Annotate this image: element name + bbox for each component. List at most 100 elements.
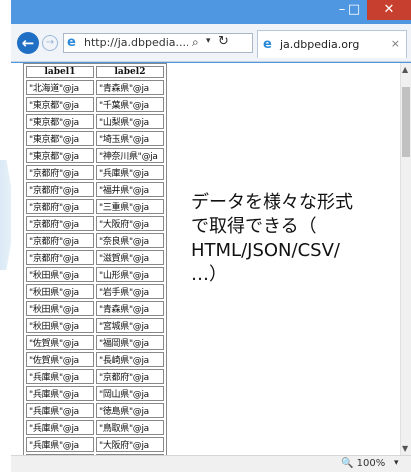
label2-cell: "京都府"@ja: [96, 369, 164, 384]
label2-cell: "滋賀県"@ja: [96, 250, 164, 265]
status-bar: 🔍 100% ▾: [11, 455, 411, 472]
label2-cell: "埼玉県"@ja: [96, 131, 164, 146]
label2-cell: "鳥取県"@ja: [96, 420, 164, 435]
label1-cell: "兵庫県"@ja: [26, 403, 94, 418]
table-row: "秋田県"@ja "山形県"@ja: [26, 267, 164, 282]
zoom-dropdown-icon[interactable]: ▾: [394, 458, 399, 468]
label1-cell: "兵庫県"@ja: [26, 369, 94, 384]
label1-cell: "京都府"@ja: [26, 182, 94, 197]
scroll-down-icon[interactable]: ▼: [402, 444, 408, 453]
label2-cell: "岡山県"@ja: [96, 386, 164, 401]
maximize-button[interactable]: □: [341, 0, 367, 20]
table-row: "兵庫県"@ja "岡山県"@ja: [26, 386, 164, 401]
label1-cell: "京都府"@ja: [26, 165, 94, 180]
label1-cell: "佐賀県"@ja: [26, 352, 94, 367]
label2-cell: "福岡県"@ja: [96, 335, 164, 350]
title-bar: – □ ✕: [11, 0, 411, 24]
label2-cell: "青森県"@ja: [96, 301, 164, 316]
column-header-label2: label2: [96, 66, 164, 78]
table-row: "京都府"@ja "福井県"@ja: [26, 182, 164, 197]
label2-cell: "奈良県"@ja: [96, 233, 164, 248]
table-row: "東京都"@ja "神奈川県"@ja: [26, 148, 164, 163]
annotation-line: で取得できる（: [191, 216, 317, 237]
label1-cell: "東京都"@ja: [26, 97, 94, 112]
label2-cell: "長崎県"@ja: [96, 352, 164, 367]
annotation-line: データを様々な形式: [191, 192, 353, 213]
table-row: "秋田県"@ja "岩手県"@ja: [26, 284, 164, 299]
label2-cell: "三重県"@ja: [96, 199, 164, 214]
back-button[interactable]: ←: [17, 32, 39, 54]
label1-cell: "秋田県"@ja: [26, 284, 94, 299]
table-row: "北海道"@ja "青森県"@ja: [26, 80, 164, 95]
label2-cell: "山形県"@ja: [96, 267, 164, 282]
label1-cell: "秋田県"@ja: [26, 318, 94, 333]
browser-window: – □ ✕ ← → e http://ja.dbpedia.... ⌕ ▾ ↻ …: [11, 0, 411, 472]
label1-cell: "佐賀県"@ja: [26, 335, 94, 350]
address-url[interactable]: http://ja.dbpedia....: [84, 36, 188, 49]
table-row: "兵庫県"@ja "京都府"@ja: [26, 369, 164, 384]
table-row: "秋田県"@ja "青森県"@ja: [26, 301, 164, 316]
address-dropdown-icon[interactable]: ▾: [206, 36, 211, 46]
table-row: "東京都"@ja "山梨県"@ja: [26, 114, 164, 129]
vertical-scrollbar[interactable]: ▲ ▼: [400, 63, 411, 455]
table-row: "佐賀県"@ja "長崎県"@ja: [26, 352, 164, 367]
table-row: "京都府"@ja "大阪府"@ja: [26, 216, 164, 231]
annotation-text: データを様々な形式 で取得できる（ HTML/JSON/CSV/ …）: [191, 191, 405, 287]
table-row: "京都府"@ja "兵庫県"@ja: [26, 165, 164, 180]
search-icon[interactable]: ⌕: [192, 35, 199, 50]
label1-cell: "兵庫県"@ja: [26, 437, 94, 452]
label1-cell: "兵庫県"@ja: [26, 420, 94, 435]
ie-page-icon: e: [67, 35, 76, 50]
tab-title: ja.dbpedia.org: [280, 38, 360, 51]
scroll-thumb[interactable]: [402, 87, 410, 157]
label1-cell: "東京都"@ja: [26, 131, 94, 146]
table-row: "佐賀県"@ja "福岡県"@ja: [26, 335, 164, 350]
table-header-row: label1 label2: [26, 66, 164, 78]
label1-cell: "秋田県"@ja: [26, 267, 94, 282]
table-row: "東京都"@ja "埼玉県"@ja: [26, 131, 164, 146]
label2-cell: "徳島県"@ja: [96, 403, 164, 418]
table-row: "京都府"@ja "奈良県"@ja: [26, 233, 164, 248]
address-bar[interactable]: e http://ja.dbpedia.... ⌕ ▾ ↻: [63, 33, 253, 53]
table-row: "兵庫県"@ja "鳥取県"@ja: [26, 420, 164, 435]
navigation-bar: ← → e http://ja.dbpedia.... ⌕ ▾ ↻ e ja.d…: [11, 24, 411, 62]
refresh-icon[interactable]: ↻: [218, 34, 229, 49]
label1-cell: "京都府"@ja: [26, 250, 94, 265]
page-content: label1 label2 "北海道"@ja "青森県"@ja "東京都"@ja "千…: [11, 63, 411, 455]
label2-cell: "千葉県"@ja: [96, 97, 164, 112]
label2-cell: "宮城県"@ja: [96, 318, 164, 333]
label1-cell: "北海道"@ja: [26, 80, 94, 95]
table-row: "兵庫県"@ja "大阪府"@ja: [26, 437, 164, 452]
close-window-button[interactable]: ✕: [367, 0, 411, 20]
label2-cell: "岩手県"@ja: [96, 284, 164, 299]
table-row: "兵庫県"@ja "徳島県"@ja: [26, 403, 164, 418]
label1-cell: "秋田県"@ja: [26, 301, 94, 316]
label1-cell: "京都府"@ja: [26, 199, 94, 214]
annotation-line: …）: [191, 264, 227, 285]
zoom-level[interactable]: 🔍 100%: [341, 458, 385, 469]
label2-cell: "兵庫県"@ja: [96, 165, 164, 180]
column-header-label1: label1: [26, 66, 94, 78]
label2-cell: "大阪府"@ja: [96, 437, 164, 452]
label1-cell: "東京都"@ja: [26, 114, 94, 129]
forward-button[interactable]: →: [42, 35, 58, 51]
label1-cell: "京都府"@ja: [26, 233, 94, 248]
results-table: label1 label2 "北海道"@ja "青森県"@ja "東京都"@ja "千…: [23, 63, 167, 455]
label2-cell: "青森県"@ja: [96, 80, 164, 95]
label2-cell: "山梨県"@ja: [96, 114, 164, 129]
annotation-line: HTML/JSON/CSV/: [191, 240, 340, 261]
table-row: "秋田県"@ja "宮城県"@ja: [26, 318, 164, 333]
label2-cell: "神奈川県"@ja: [96, 148, 164, 163]
tab-ja-dbpedia[interactable]: e ja.dbpedia.org ×: [257, 30, 407, 58]
table-row: "京都府"@ja "滋賀県"@ja: [26, 250, 164, 265]
label2-cell: "福井県"@ja: [96, 182, 164, 197]
table-row: "東京都"@ja "千葉県"@ja: [26, 97, 164, 112]
table-row: "京都府"@ja "三重県"@ja: [26, 199, 164, 214]
label1-cell: "兵庫県"@ja: [26, 386, 94, 401]
tab-close-icon[interactable]: ×: [391, 37, 400, 50]
label1-cell: "東京都"@ja: [26, 148, 94, 163]
label2-cell: "大阪府"@ja: [96, 216, 164, 231]
ie-tab-icon: e: [263, 37, 272, 52]
scroll-up-icon[interactable]: ▲: [402, 65, 408, 74]
label1-cell: "京都府"@ja: [26, 216, 94, 231]
